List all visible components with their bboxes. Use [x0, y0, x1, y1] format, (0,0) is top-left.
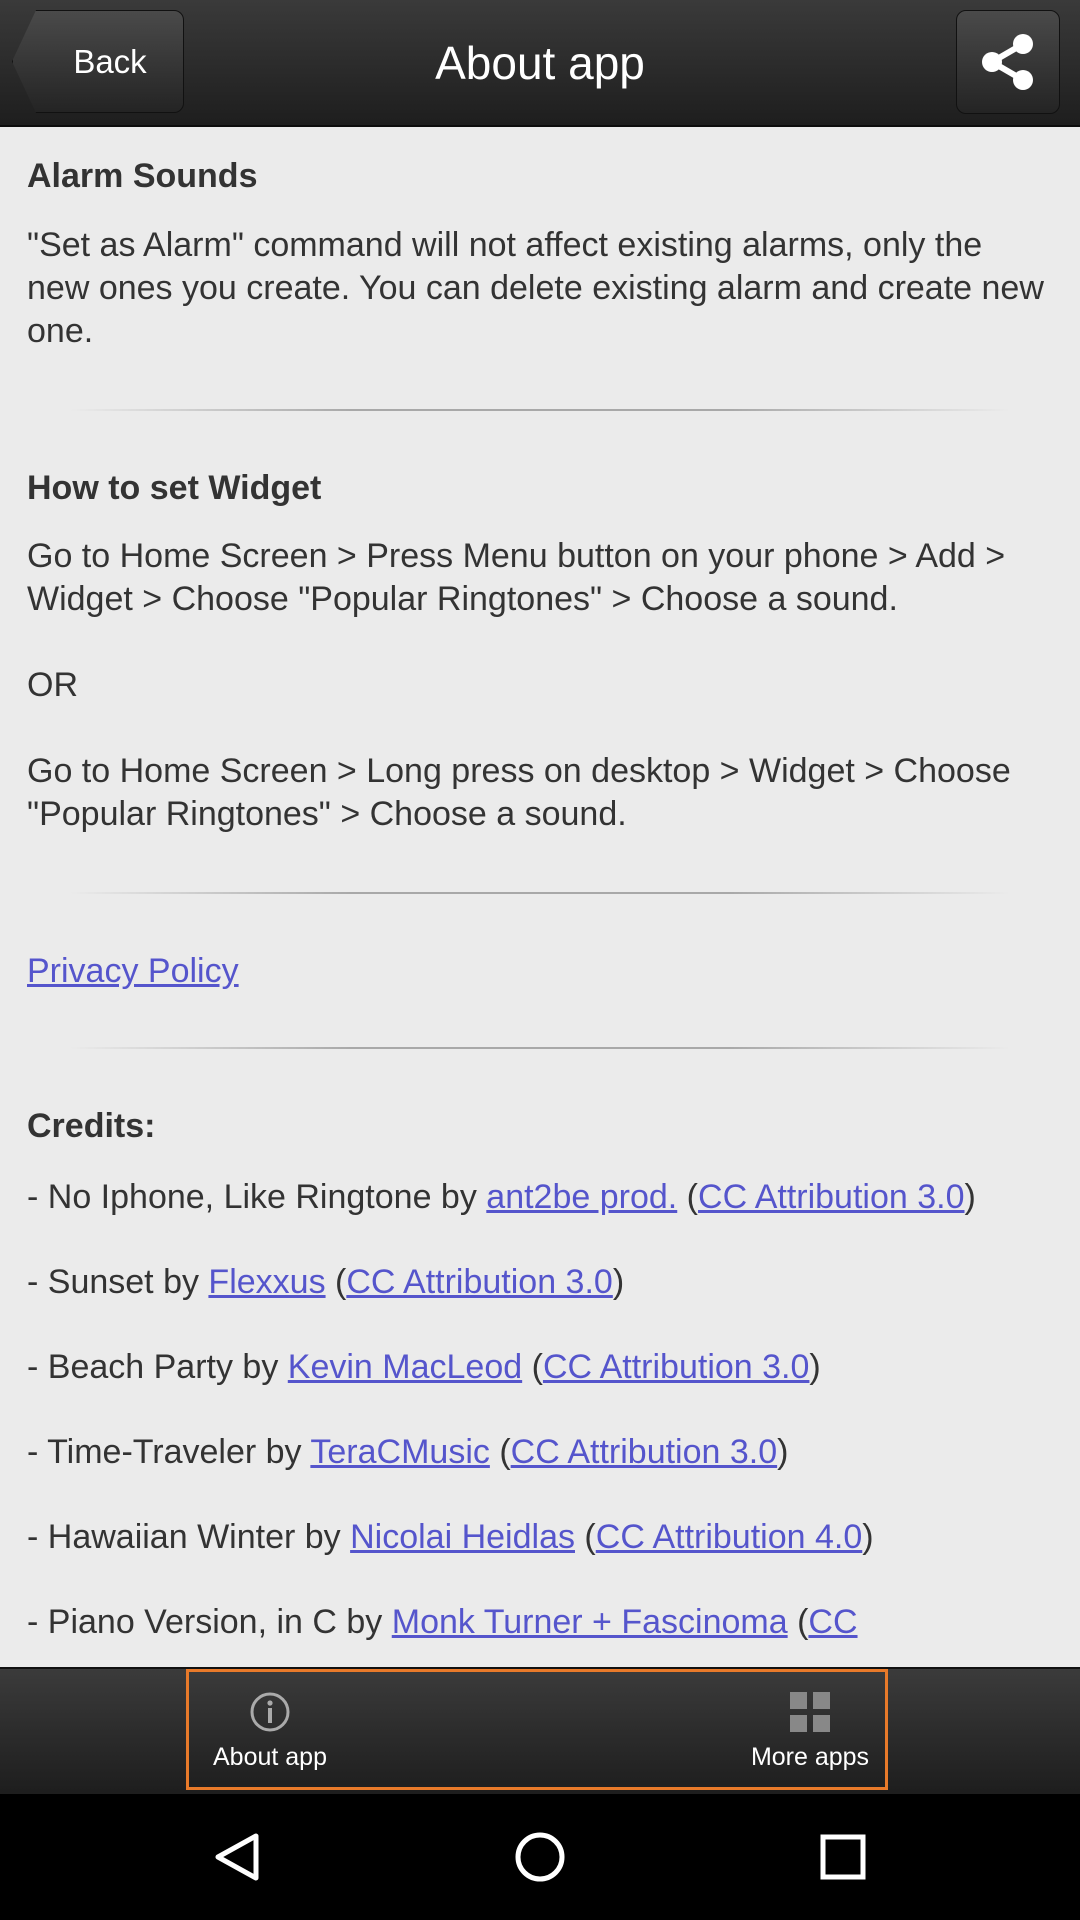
license-link[interactable]: CC Attribution 3.0: [543, 1348, 809, 1386]
about-content[interactable]: Alarm Sounds "Set as Alarm" command will…: [0, 127, 1080, 1667]
author-link[interactable]: Flexxus: [208, 1263, 325, 1301]
nav-back-icon: [215, 1833, 259, 1881]
system-nav-bar: [0, 1794, 1080, 1920]
alarm-sounds-heading: Alarm Sounds: [27, 157, 258, 195]
license-link[interactable]: CC Attribution 4.0: [596, 1518, 862, 1556]
license-link[interactable]: CC Attribution 3.0: [511, 1433, 777, 1471]
widget-text-2: Go to Home Screen > Long press on deskto…: [27, 752, 1011, 833]
top-action-bar: Back About app: [0, 0, 1080, 127]
widget-text-1: Go to Home Screen > Press Menu button on…: [27, 537, 1006, 618]
credit-item: - Piano Version, in C by Monk Turner + F…: [27, 1602, 858, 1641]
share-button[interactable]: [956, 10, 1060, 114]
divider: [70, 408, 1010, 411]
tab-selection-highlight: [186, 1669, 888, 1790]
credit-text: - Time-Traveler by: [27, 1432, 311, 1471]
widget-heading: How to set Widget: [27, 468, 322, 507]
license-link[interactable]: CC: [808, 1603, 857, 1641]
nav-home-icon: [515, 1832, 565, 1882]
nav-back-button[interactable]: [167, 1794, 307, 1920]
divider: [70, 1047, 1010, 1049]
author-link[interactable]: TeraCMusic: [310, 1433, 489, 1471]
credit-item: - No Iphone, Like Ringtone by ant2be pro…: [27, 1177, 976, 1216]
alarm-sounds-text: "Set as Alarm" command will not affect e…: [27, 225, 1044, 350]
credit-item: - Beach Party by Kevin MacLeod (CC Attri…: [27, 1347, 821, 1386]
credits-heading: Credits:: [27, 1107, 156, 1145]
credit-text: - Beach Party by: [27, 1347, 288, 1386]
widget-or-text: OR: [27, 666, 78, 704]
credit-text: - Piano Version, in C by: [27, 1602, 392, 1641]
share-icon: [982, 34, 1033, 90]
back-button-label: Back: [73, 42, 147, 80]
author-link[interactable]: Kevin MacLeod: [288, 1348, 522, 1386]
privacy-policy-link[interactable]: Privacy Policy: [27, 952, 239, 990]
back-button[interactable]: Back: [12, 10, 184, 113]
credit-item: - Sunset by Flexxus (CC Attribution 3.0): [27, 1262, 625, 1301]
nav-home-button[interactable]: [470, 1794, 610, 1920]
divider: [70, 892, 1010, 894]
credit-text: - No Iphone, Like Ringtone by: [27, 1177, 487, 1216]
license-link[interactable]: CC Attribution 3.0: [698, 1178, 964, 1216]
author-link[interactable]: ant2be prod.: [486, 1178, 677, 1216]
credit-item: - Time-Traveler by TeraCMusic (CC Attrib…: [27, 1432, 789, 1471]
nav-recents-button[interactable]: [773, 1794, 913, 1920]
credit-text: - Hawaiian Winter by: [27, 1517, 351, 1556]
license-link[interactable]: CC Attribution 3.0: [346, 1263, 612, 1301]
author-link[interactable]: Monk Turner + Fascinoma: [392, 1603, 788, 1641]
nav-recents-icon: [820, 1834, 866, 1880]
author-link[interactable]: Nicolai Heidlas: [350, 1518, 575, 1556]
credit-text: - Sunset by: [27, 1262, 209, 1301]
credit-item: - Hawaiian Winter by Nicolai Heidlas (CC…: [27, 1517, 874, 1556]
